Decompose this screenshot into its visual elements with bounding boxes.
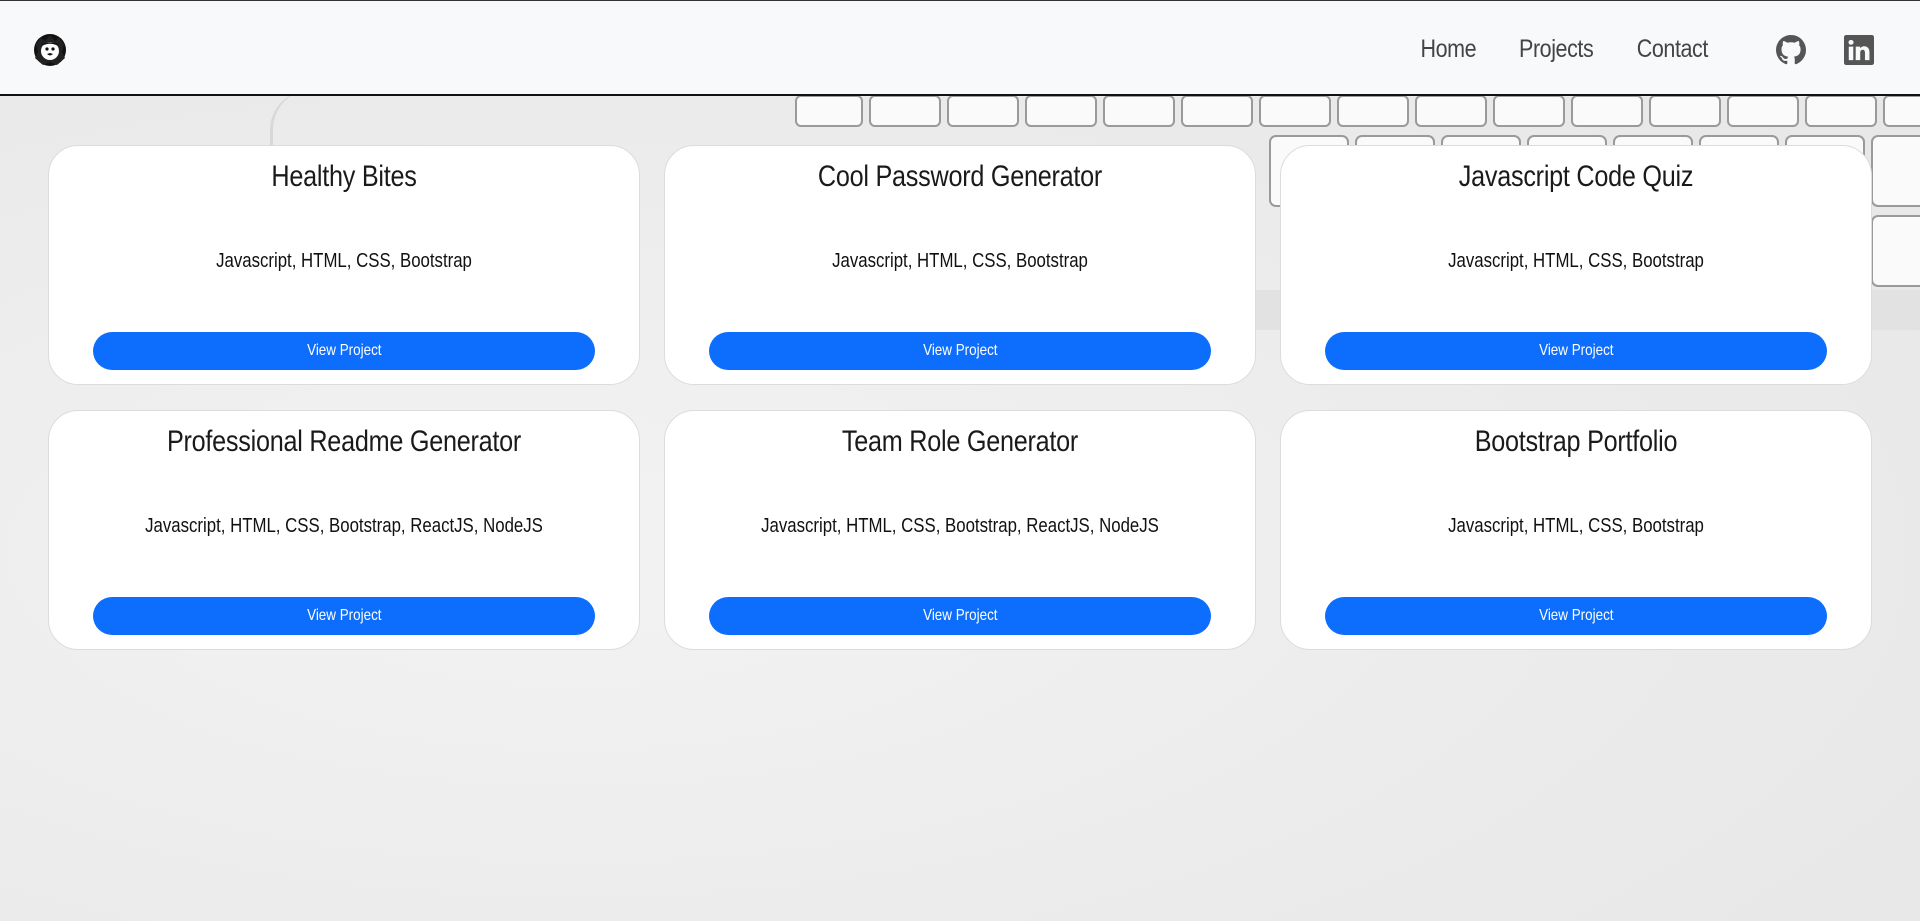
project-card-javascript-code-quiz: Javascript Code Quiz Javascript, HTML, C…: [1280, 145, 1872, 385]
project-tech: Javascript, HTML, CSS, Bootstrap, ReactJ…: [145, 515, 543, 537]
project-title: Javascript Code Quiz: [1458, 160, 1694, 193]
project-tech: Javascript, HTML, CSS, Bootstrap: [1448, 515, 1704, 537]
project-title: Healthy Bites: [271, 160, 417, 193]
project-tech: Javascript, HTML, CSS, Bootstrap, ReactJ…: [761, 515, 1159, 537]
view-project-label: View Project: [1538, 607, 1614, 624]
view-project-button[interactable]: View Project: [93, 332, 595, 370]
project-tech: Javascript, HTML, CSS, Bootstrap: [1448, 250, 1704, 272]
project-title: Team Role Generator: [841, 425, 1079, 458]
project-card-cool-password-generator: Cool Password Generator Javascript, HTML…: [664, 145, 1256, 385]
project-card-team-role-generator: Team Role Generator Javascript, HTML, CS…: [664, 410, 1256, 650]
project-card-professional-readme-generator: Professional Readme Generator Javascript…: [48, 410, 640, 650]
project-tech: Javascript, HTML, CSS, Bootstrap: [832, 250, 1088, 272]
nav-link-home[interactable]: Home: [1421, 35, 1477, 64]
project-title: Cool Password Generator: [817, 160, 1103, 193]
view-project-button[interactable]: View Project: [1325, 332, 1827, 370]
projects-grid: Healthy Bites Javascript, HTML, CSS, Boo…: [48, 145, 1872, 650]
project-title: Bootstrap Portfolio: [1474, 425, 1678, 458]
project-tech: Javascript, HTML, CSS, Bootstrap: [216, 250, 472, 272]
project-title: Professional Readme Generator: [166, 425, 522, 458]
lion-logo-icon[interactable]: [32, 32, 68, 68]
view-project-label: View Project: [306, 342, 382, 359]
nav-links: Home Projects Contact: [1416, 1, 1714, 97]
project-card-healthy-bites: Healthy Bites Javascript, HTML, CSS, Boo…: [48, 145, 640, 385]
view-project-label: View Project: [306, 607, 382, 624]
project-card-bootstrap-portfolio: Bootstrap Portfolio Javascript, HTML, CS…: [1280, 410, 1872, 650]
view-project-label: View Project: [922, 607, 998, 624]
view-project-button[interactable]: View Project: [93, 597, 595, 635]
top-navbar: Home Projects Contact: [0, 0, 1920, 96]
view-project-button[interactable]: View Project: [1325, 597, 1827, 635]
linkedin-icon[interactable]: [1844, 35, 1874, 65]
nav-link-contact[interactable]: Contact: [1637, 35, 1709, 64]
view-project-label: View Project: [1538, 342, 1614, 359]
nav-link-projects[interactable]: Projects: [1519, 35, 1594, 64]
view-project-button[interactable]: View Project: [709, 332, 1211, 370]
view-project-button[interactable]: View Project: [709, 597, 1211, 635]
github-icon[interactable]: [1776, 35, 1806, 65]
view-project-label: View Project: [922, 342, 998, 359]
